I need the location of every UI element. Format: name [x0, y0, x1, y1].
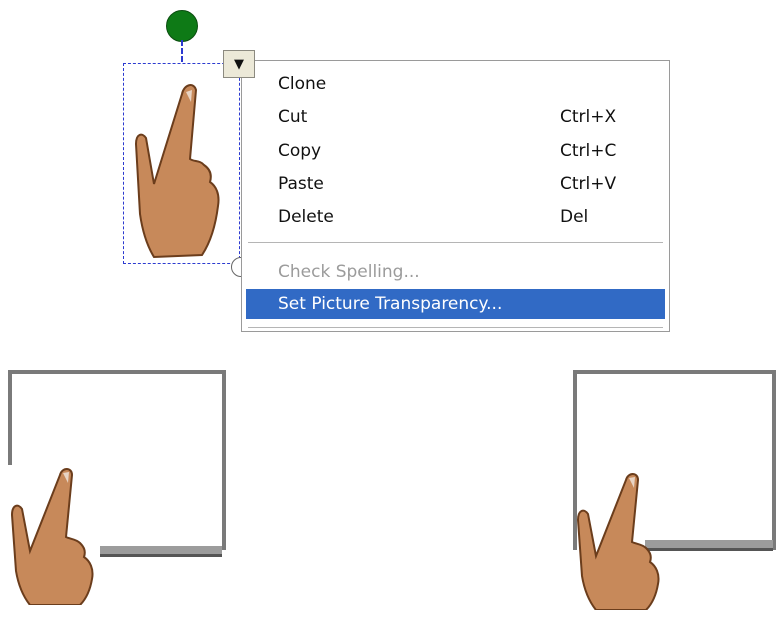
menu-separator — [248, 327, 663, 328]
menu-item-label: Delete — [278, 207, 334, 227]
menu-trigger-button[interactable]: ▼ — [223, 50, 255, 78]
pointing-hand-image — [576, 473, 660, 610]
menu-item-shortcut: Ctrl+C — [560, 141, 617, 161]
menu-item-set-picture-transparency[interactable]: Set Picture Transparency... — [246, 289, 665, 319]
menu-item-cut[interactable]: Cut Ctrl+X — [275, 102, 663, 132]
menu-item-label: Paste — [278, 174, 324, 194]
menu-item-copy[interactable]: Copy Ctrl+C — [275, 136, 663, 166]
menu-item-label: Clone — [278, 74, 327, 94]
context-menu: Clone Cut Ctrl+X Copy Ctrl+C Paste Ctrl+… — [241, 60, 670, 332]
pointing-hand-image — [0, 465, 100, 605]
menu-item-label: Check Spelling... — [278, 262, 420, 282]
rotation-connector-line — [181, 40, 183, 62]
chevron-down-icon: ▼ — [234, 56, 244, 72]
whiteboard-tray-left — [98, 546, 222, 557]
menu-item-shortcut: Ctrl+X — [560, 107, 617, 127]
menu-item-shortcut: Del — [560, 207, 589, 227]
menu-item-label: Cut — [278, 107, 308, 127]
menu-item-paste[interactable]: Paste Ctrl+V — [275, 169, 663, 199]
menu-item-label: Copy — [278, 141, 322, 161]
menu-item-label: Set Picture Transparency... — [278, 294, 503, 314]
menu-item-check-spelling: Check Spelling... — [275, 257, 663, 287]
menu-separator — [248, 242, 663, 243]
selected-hand-object[interactable] — [123, 63, 240, 264]
menu-item-shortcut: Ctrl+V — [560, 174, 617, 194]
menu-item-clone[interactable]: Clone — [275, 69, 663, 99]
rotation-handle[interactable] — [166, 10, 198, 42]
pointing-hand-image — [134, 84, 220, 259]
menu-item-delete[interactable]: Delete Del — [275, 202, 663, 232]
